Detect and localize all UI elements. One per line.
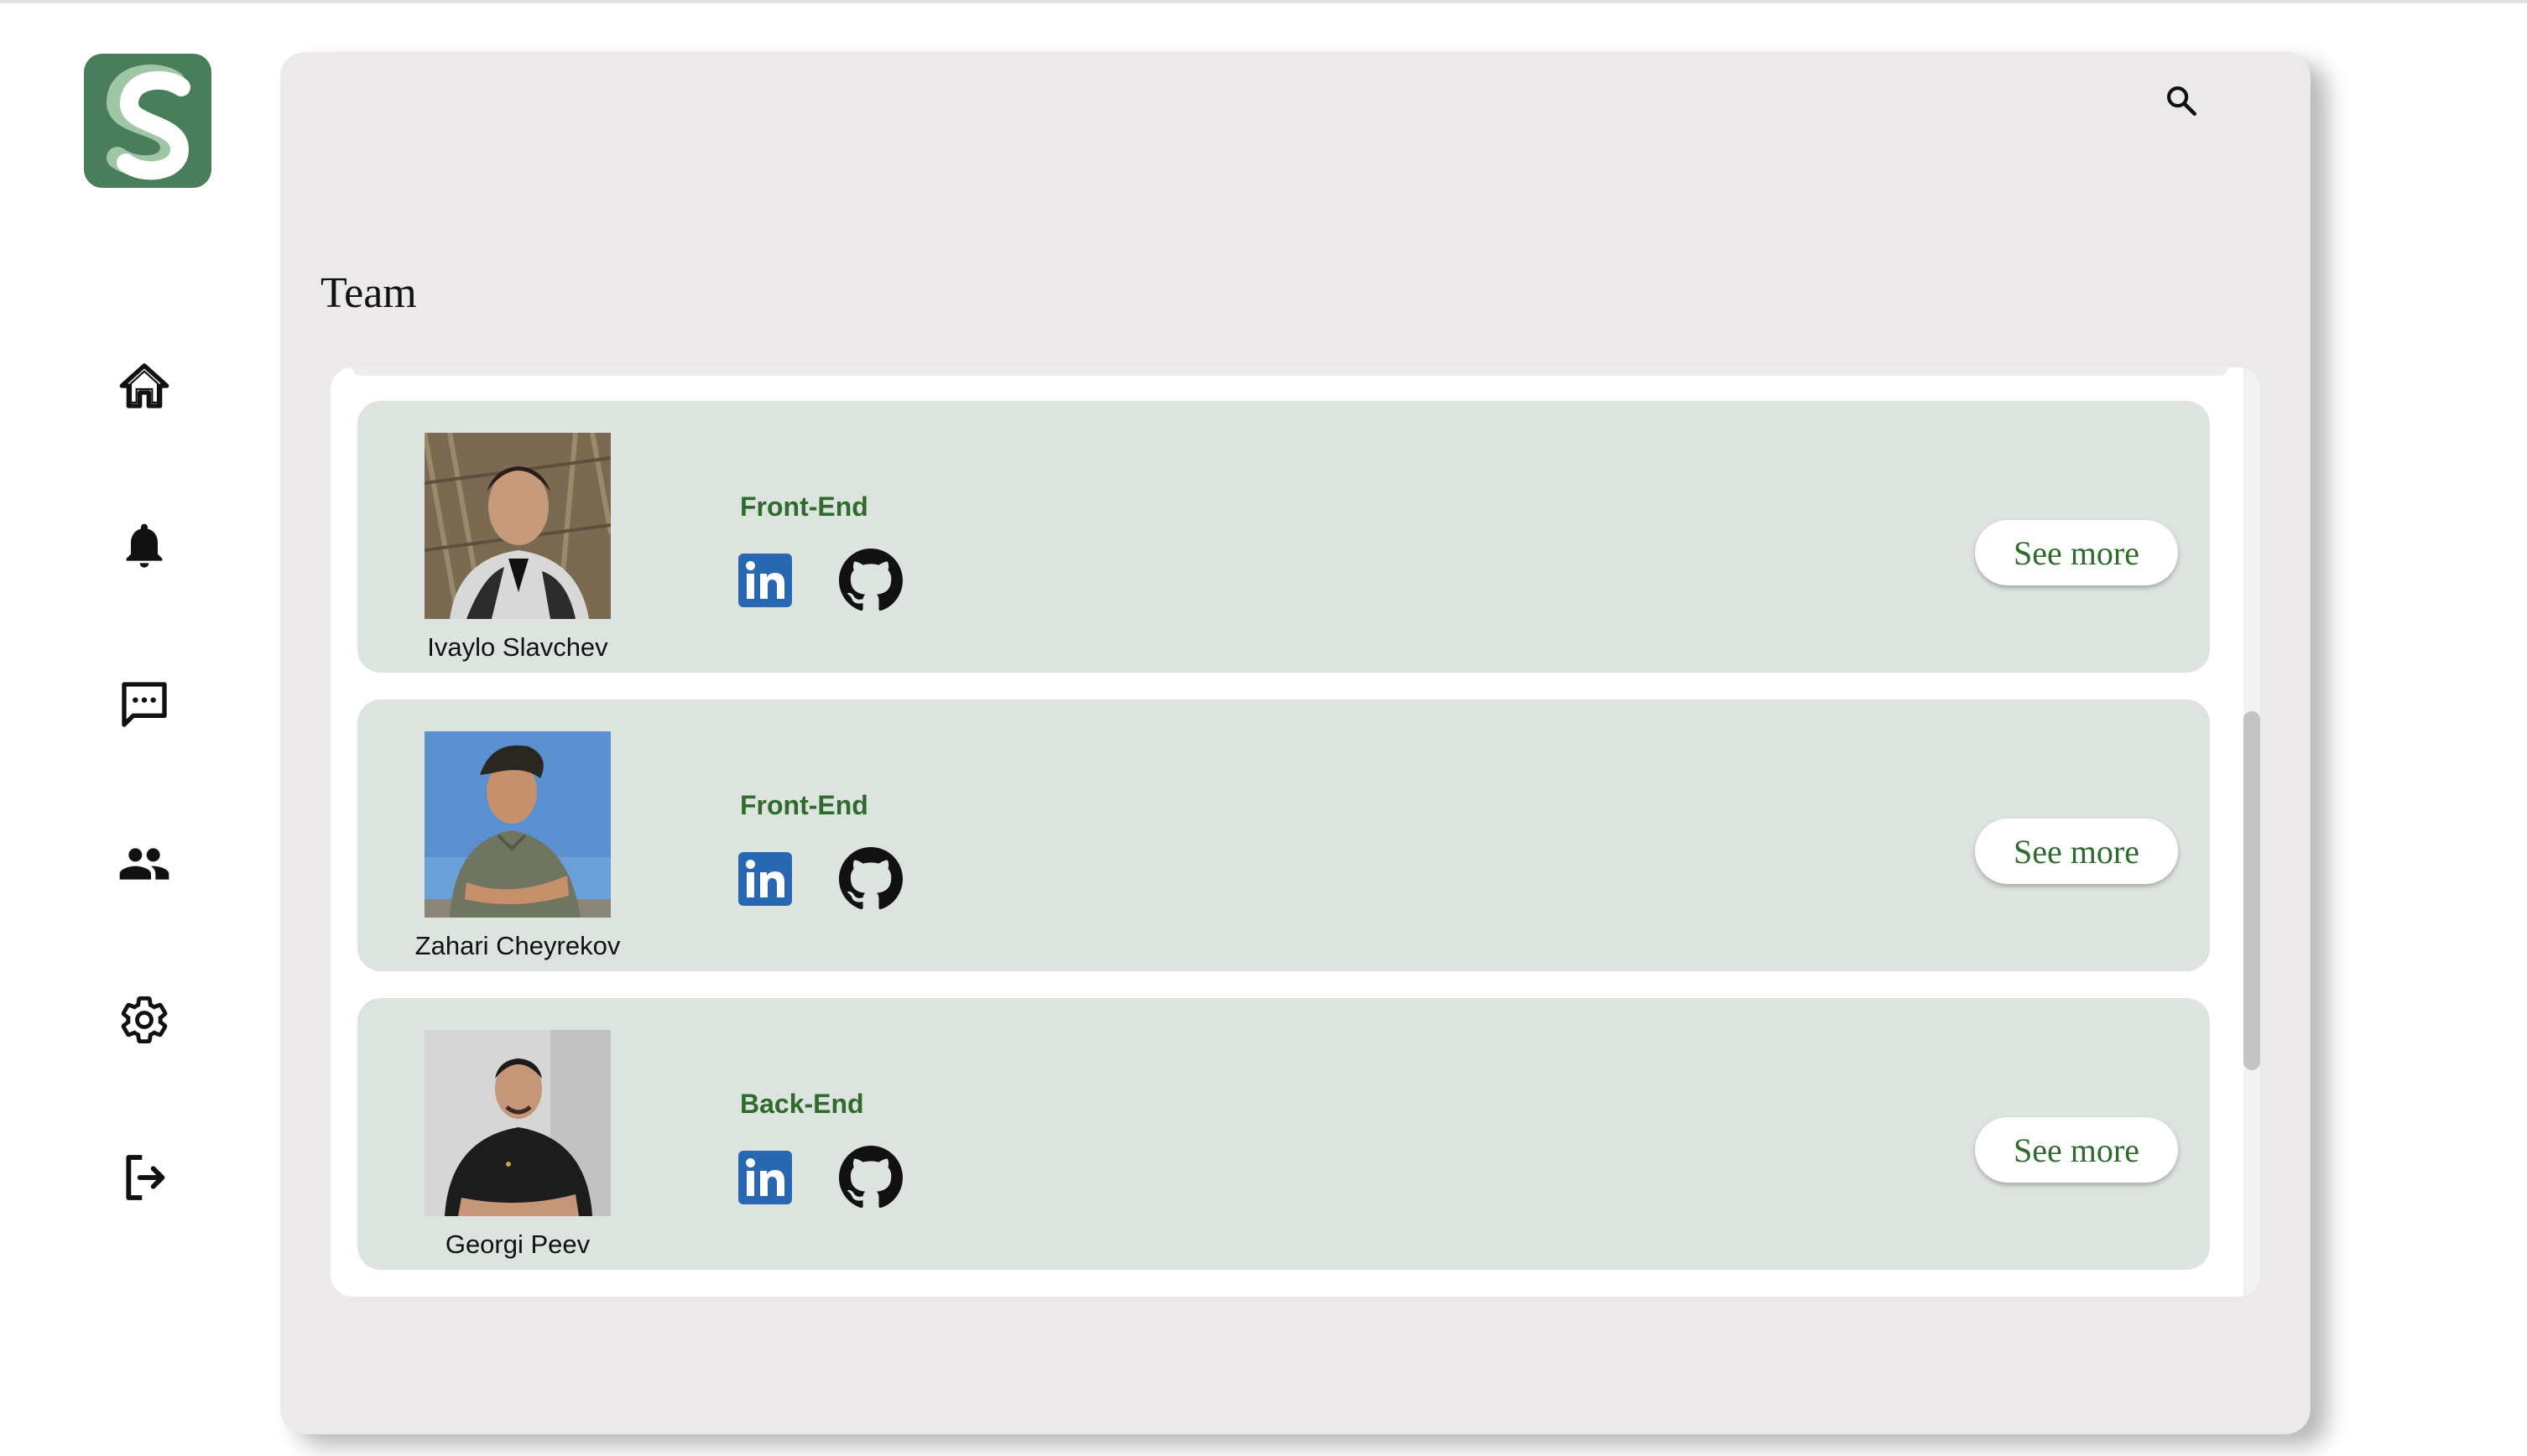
chat-icon	[122, 682, 167, 727]
member-card: Ivaylo Slavchev Front-End See more	[357, 401, 2210, 673]
see-more-button[interactable]: See more	[1975, 520, 2178, 585]
logo-s-icon	[106, 64, 190, 180]
member-role: Back-End	[740, 1089, 864, 1119]
member-photo	[425, 731, 611, 918]
people-icon	[119, 848, 169, 880]
member-photo	[425, 1030, 611, 1216]
scrollbar-thumb[interactable]	[2243, 711, 2260, 1070]
see-more-button[interactable]: See more	[1975, 819, 2178, 884]
app-logo[interactable]	[84, 54, 211, 188]
member-name: Zahari Cheyrekov	[414, 931, 621, 960]
sidebar-item-messages[interactable]	[111, 671, 178, 738]
member-name: Ivaylo Slavchev	[427, 632, 608, 662]
member-name: Georgi Peev	[445, 1230, 591, 1259]
sidebar-item-notifications[interactable]	[111, 512, 178, 579]
bell-icon	[126, 523, 163, 568]
previous-card-edge	[352, 367, 2228, 376]
member-card: Zahari Cheyrekov Front-End See more	[357, 699, 2210, 971]
sidebar-item-logout[interactable]	[111, 1144, 178, 1211]
search-icon	[2167, 86, 2197, 117]
linkedin-icon[interactable]	[738, 1151, 792, 1204]
sidebar-item-settings[interactable]	[111, 986, 178, 1053]
github-icon[interactable]	[839, 1146, 903, 1209]
linkedin-icon[interactable]	[738, 852, 792, 906]
gear-icon	[121, 996, 168, 1043]
logout-icon	[126, 1155, 165, 1200]
member-role: Front-End	[740, 790, 868, 820]
search-button[interactable]	[2148, 75, 2215, 126]
see-more-button[interactable]: See more	[1975, 1117, 2178, 1183]
member-card: Georgi Peev Back-End See more	[357, 998, 2210, 1270]
home-icon	[119, 363, 169, 408]
sidebar-item-home[interactable]	[111, 352, 178, 419]
github-icon[interactable]	[839, 549, 903, 612]
sidebar-item-team[interactable]	[111, 830, 178, 897]
member-role: Front-End	[740, 491, 868, 522]
linkedin-icon[interactable]	[738, 554, 792, 607]
member-photo	[425, 433, 611, 619]
github-icon[interactable]	[839, 847, 903, 911]
page-title: Team	[320, 269, 417, 317]
top-border	[0, 0, 2527, 3]
